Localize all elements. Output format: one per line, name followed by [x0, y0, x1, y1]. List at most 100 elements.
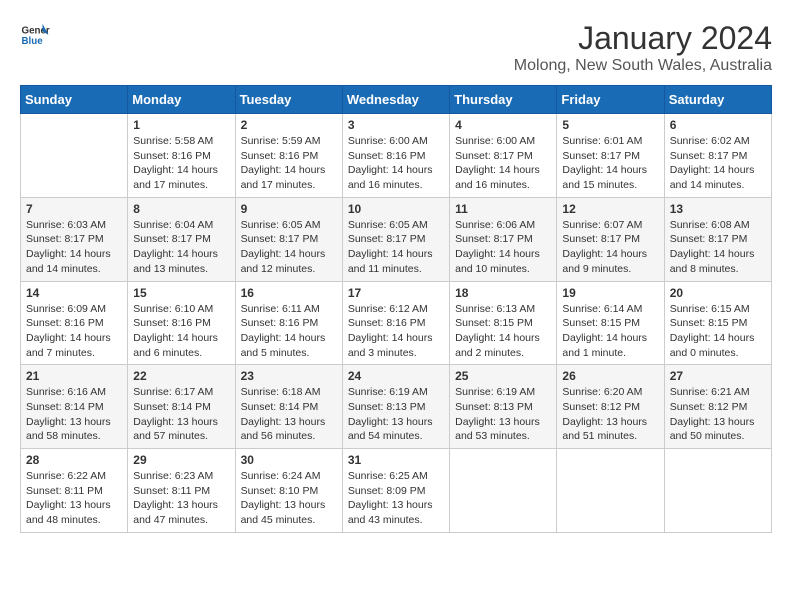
calendar-week-row: 7 Sunrise: 6:03 AM Sunset: 8:17 PM Daylig…: [21, 197, 772, 281]
table-row: [21, 114, 128, 198]
day-info: Sunrise: 6:19 AM Sunset: 8:13 PM Dayligh…: [455, 385, 551, 444]
day-info: Sunrise: 6:01 AM Sunset: 8:17 PM Dayligh…: [562, 134, 658, 193]
day-number: 22: [133, 369, 229, 383]
table-row: 20 Sunrise: 6:15 AM Sunset: 8:15 PM Dayli…: [664, 281, 771, 365]
calendar-week-row: 21 Sunrise: 6:16 AM Sunset: 8:14 PM Dayli…: [21, 365, 772, 449]
table-row: 23Sunrise: 6:18 AM Sunset: 8:14 PM Dayli…: [235, 365, 342, 449]
day-number: 5: [562, 118, 658, 132]
day-info: Sunrise: 6:16 AM Sunset: 8:14 PM Dayligh…: [26, 385, 122, 444]
day-info: Sunrise: 6:02 AM Sunset: 8:17 PM Dayligh…: [670, 134, 766, 193]
day-number: 7: [26, 202, 122, 216]
table-row: 3 Sunrise: 6:00 AM Sunset: 8:16 PM Daylig…: [342, 114, 449, 198]
day-number: 1: [133, 118, 229, 132]
day-info: Sunrise: 6:17 AM Sunset: 8:14 PM Dayligh…: [133, 385, 229, 444]
table-row: 17Sunrise: 6:12 AM Sunset: 8:16 PM Dayli…: [342, 281, 449, 365]
header: General Blue January 2024 Molong, New So…: [20, 20, 772, 75]
day-number: 18: [455, 286, 551, 300]
day-info: Sunrise: 6:10 AM Sunset: 8:16 PM Dayligh…: [133, 302, 229, 361]
svg-text:Blue: Blue: [22, 36, 44, 47]
day-info: Sunrise: 6:00 AM Sunset: 8:16 PM Dayligh…: [348, 134, 444, 193]
table-row: 31 Sunrise: 6:25 AM Sunset: 8:09 PM Dayli…: [342, 449, 449, 533]
day-number: 4: [455, 118, 551, 132]
day-number: 2: [241, 118, 337, 132]
day-number: 29: [133, 453, 229, 467]
day-info: Sunrise: 6:03 AM Sunset: 8:17 PM Dayligh…: [26, 218, 122, 277]
table-row: 2 Sunrise: 5:59 AM Sunset: 8:16 PM Daylig…: [235, 114, 342, 198]
day-info: Sunrise: 6:04 AM Sunset: 8:17 PM Dayligh…: [133, 218, 229, 277]
day-info: Sunrise: 6:25 AM Sunset: 8:09 PM Dayligh…: [348, 469, 444, 528]
calendar-subtitle: Molong, New South Wales, Australia: [514, 57, 772, 75]
table-row: 5 Sunrise: 6:01 AM Sunset: 8:17 PM Daylig…: [557, 114, 664, 198]
calendar-title: January 2024: [514, 20, 772, 57]
header-wednesday: Wednesday: [342, 86, 449, 114]
header-thursday: Thursday: [450, 86, 557, 114]
day-info: Sunrise: 6:12 AM Sunset: 8:16 PM Dayligh…: [348, 302, 444, 361]
day-number: 31: [348, 453, 444, 467]
day-number: 6: [670, 118, 766, 132]
table-row: 4 Sunrise: 6:00 AM Sunset: 8:17 PM Daylig…: [450, 114, 557, 198]
header-friday: Friday: [557, 86, 664, 114]
day-number: 12: [562, 202, 658, 216]
table-row: 9 Sunrise: 6:05 AM Sunset: 8:17 PM Daylig…: [235, 197, 342, 281]
day-info: Sunrise: 6:06 AM Sunset: 8:17 PM Dayligh…: [455, 218, 551, 277]
day-info: Sunrise: 6:20 AM Sunset: 8:12 PM Dayligh…: [562, 385, 658, 444]
day-info: Sunrise: 6:22 AM Sunset: 8:11 PM Dayligh…: [26, 469, 122, 528]
day-number: 26: [562, 369, 658, 383]
table-row: 25 Sunrise: 6:19 AM Sunset: 8:13 PM Dayli…: [450, 365, 557, 449]
day-number: 10: [348, 202, 444, 216]
day-info: Sunrise: 6:19 AM Sunset: 8:13 PM Dayligh…: [348, 385, 444, 444]
header-sunday: Sunday: [21, 86, 128, 114]
table-row: 13 Sunrise: 6:08 AM Sunset: 8:17 PM Dayli…: [664, 197, 771, 281]
day-info: Sunrise: 6:05 AM Sunset: 8:17 PM Dayligh…: [241, 218, 337, 277]
table-row: 14 Sunrise: 6:09 AM Sunset: 8:16 PM Dayli…: [21, 281, 128, 365]
day-number: 14: [26, 286, 122, 300]
table-row: 29 Sunrise: 6:23 AM Sunset: 8:11 PM Dayli…: [128, 449, 235, 533]
table-row: 8 Sunrise: 6:04 AM Sunset: 8:17 PM Daylig…: [128, 197, 235, 281]
day-number: 21: [26, 369, 122, 383]
day-info: Sunrise: 6:08 AM Sunset: 8:17 PM Dayligh…: [670, 218, 766, 277]
day-info: Sunrise: 5:58 AM Sunset: 8:16 PM Dayligh…: [133, 134, 229, 193]
table-row: 11 Sunrise: 6:06 AM Sunset: 8:17 PM Dayli…: [450, 197, 557, 281]
table-row: 21 Sunrise: 6:16 AM Sunset: 8:14 PM Dayli…: [21, 365, 128, 449]
day-number: 20: [670, 286, 766, 300]
calendar-week-row: 1 Sunrise: 5:58 AM Sunset: 8:16 PM Daylig…: [21, 114, 772, 198]
table-row: 26 Sunrise: 6:20 AM Sunset: 8:12 PM Dayli…: [557, 365, 664, 449]
table-row: 22 Sunrise: 6:17 AM Sunset: 8:14 PM Dayli…: [128, 365, 235, 449]
day-info: Sunrise: 6:21 AM Sunset: 8:12 PM Dayligh…: [670, 385, 766, 444]
table-row: 10Sunrise: 6:05 AM Sunset: 8:17 PM Dayli…: [342, 197, 449, 281]
logo-icon: General Blue: [20, 20, 50, 50]
table-row: 6 Sunrise: 6:02 AM Sunset: 8:17 PM Daylig…: [664, 114, 771, 198]
table-row: 28 Sunrise: 6:22 AM Sunset: 8:11 PM Dayli…: [21, 449, 128, 533]
day-number: 13: [670, 202, 766, 216]
day-number: 9: [241, 202, 337, 216]
day-info: Sunrise: 6:07 AM Sunset: 8:17 PM Dayligh…: [562, 218, 658, 277]
table-row: 19 Sunrise: 6:14 AM Sunset: 8:15 PM Dayli…: [557, 281, 664, 365]
header-tuesday: Tuesday: [235, 86, 342, 114]
day-info: Sunrise: 5:59 AM Sunset: 8:16 PM Dayligh…: [241, 134, 337, 193]
day-number: 16: [241, 286, 337, 300]
day-info: Sunrise: 6:09 AM Sunset: 8:16 PM Dayligh…: [26, 302, 122, 361]
header-saturday: Saturday: [664, 86, 771, 114]
day-number: 30: [241, 453, 337, 467]
day-number: 19: [562, 286, 658, 300]
calendar-week-row: 14 Sunrise: 6:09 AM Sunset: 8:16 PM Dayli…: [21, 281, 772, 365]
table-row: [664, 449, 771, 533]
day-number: 11: [455, 202, 551, 216]
day-info: Sunrise: 6:13 AM Sunset: 8:15 PM Dayligh…: [455, 302, 551, 361]
day-number: 8: [133, 202, 229, 216]
table-row: 1 Sunrise: 5:58 AM Sunset: 8:16 PM Daylig…: [128, 114, 235, 198]
day-info: Sunrise: 6:14 AM Sunset: 8:15 PM Dayligh…: [562, 302, 658, 361]
day-info: Sunrise: 6:11 AM Sunset: 8:16 PM Dayligh…: [241, 302, 337, 361]
day-number: 28: [26, 453, 122, 467]
day-info: Sunrise: 6:00 AM Sunset: 8:17 PM Dayligh…: [455, 134, 551, 193]
day-number: 25: [455, 369, 551, 383]
day-info: Sunrise: 6:23 AM Sunset: 8:11 PM Dayligh…: [133, 469, 229, 528]
table-row: 16 Sunrise: 6:11 AM Sunset: 8:16 PM Dayli…: [235, 281, 342, 365]
header-monday: Monday: [128, 86, 235, 114]
day-number: 24: [348, 369, 444, 383]
table-row: 15Sunrise: 6:10 AM Sunset: 8:16 PM Dayli…: [128, 281, 235, 365]
table-row: 7 Sunrise: 6:03 AM Sunset: 8:17 PM Daylig…: [21, 197, 128, 281]
table-row: 30Sunrise: 6:24 AM Sunset: 8:10 PM Dayli…: [235, 449, 342, 533]
day-number: 3: [348, 118, 444, 132]
day-info: Sunrise: 6:15 AM Sunset: 8:15 PM Dayligh…: [670, 302, 766, 361]
